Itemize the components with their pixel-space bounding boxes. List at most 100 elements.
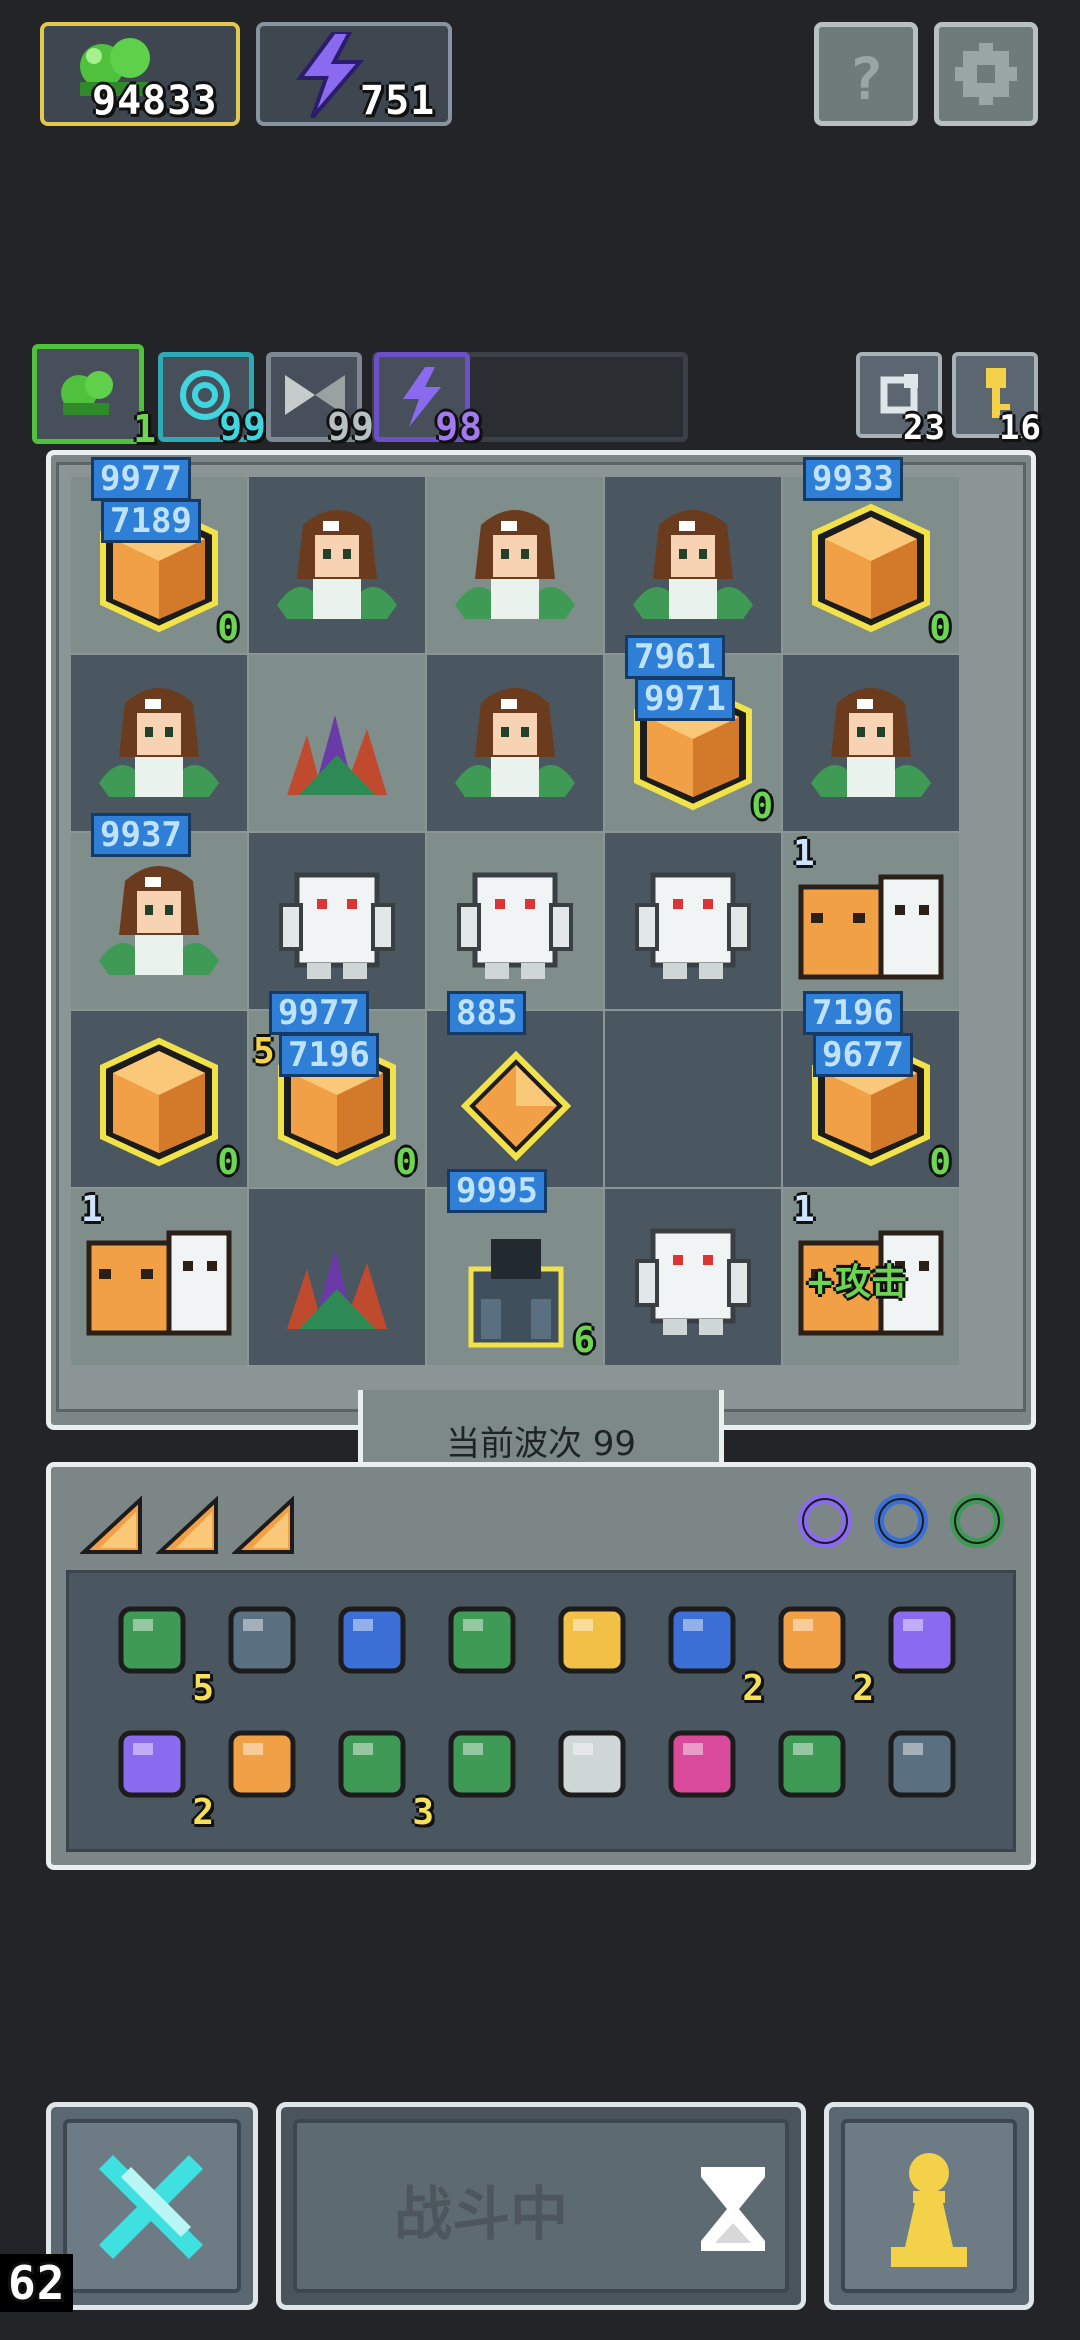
inventory-item[interactable]: 2 (659, 1597, 764, 1709)
refresh-count: 23 (903, 408, 946, 448)
side-count-badge: 5 (253, 1031, 275, 1072)
blue-ring-icon (874, 1494, 928, 1548)
thorn-plant-icon (287, 715, 387, 795)
inventory-item[interactable] (549, 1721, 645, 1817)
board-cell[interactable] (783, 655, 959, 831)
inventory-item[interactable]: 5 (109, 1597, 214, 1709)
pink-arrow-icon (668, 1730, 736, 1798)
damage-number: 9933 (803, 457, 903, 501)
recruit-button[interactable] (824, 2102, 1034, 2310)
board-cell[interactable] (605, 477, 781, 653)
slime-icon (61, 371, 113, 415)
ring-slot-3[interactable] (946, 1490, 1008, 1556)
inventory-item[interactable] (329, 1597, 425, 1693)
girl-unit-icon (633, 510, 753, 619)
inventory-tab-1[interactable] (78, 1495, 144, 1560)
item-count: 2 (192, 1792, 215, 1833)
settings-button[interactable] (934, 22, 1038, 126)
board-cell[interactable] (427, 655, 603, 831)
gems-counter: 94833 (40, 22, 240, 126)
inventory-item[interactable] (879, 1597, 975, 1693)
damage-number: 7189 (101, 499, 201, 543)
board-cell[interactable] (605, 833, 781, 1009)
inventory-tab-3[interactable] (230, 1495, 296, 1560)
damage-number: 9977 (91, 457, 191, 501)
board-cell[interactable] (249, 477, 425, 653)
board-cell[interactable] (427, 833, 603, 1009)
game-board: 0 9977 7189 0 9933 0 7961 9971 9937 1 0 … (56, 457, 1026, 1412)
board-cell[interactable]: 0 7961 9971 (605, 635, 781, 831)
girl-unit-icon (455, 510, 575, 619)
inventory-item[interactable] (219, 1721, 315, 1817)
inventory-item[interactable] (439, 1721, 535, 1817)
board-cell[interactable]: 9937 (71, 813, 247, 1009)
board-cell[interactable]: 0 7196 9677 (783, 991, 959, 1187)
damage-number: 9937 (91, 813, 191, 857)
lightning-icon (296, 32, 365, 118)
tab-slime[interactable]: 1 (32, 344, 156, 451)
settings-gear-icon (955, 43, 1017, 105)
golden-chest-icon (100, 1037, 218, 1167)
tab-energy[interactable]: 98 (374, 352, 482, 449)
board-cell[interactable]: 1 (71, 1189, 247, 1365)
tab-slime-value: 1 (133, 407, 157, 451)
unit-count-badge: 6 (573, 1320, 595, 1361)
ring-slot-1[interactable] (794, 1490, 856, 1556)
inventory-item[interactable]: 2 (109, 1721, 214, 1833)
unit-count-badge: 1 (793, 1189, 815, 1230)
damage-number: 885 (447, 991, 527, 1035)
board-cell[interactable]: 1 +攻击 (783, 1189, 959, 1365)
goblin-icon (118, 1606, 186, 1674)
tab-blades[interactable]: 99 (266, 352, 374, 449)
ring-slot-2[interactable] (870, 1490, 932, 1556)
board-cell[interactable]: 0 9933 (783, 457, 959, 653)
inventory-item[interactable] (549, 1597, 645, 1693)
attack-buff-label: +攻击 (805, 1262, 908, 1303)
key-button[interactable]: 16 (952, 352, 1041, 448)
inventory-item[interactable] (659, 1721, 755, 1817)
board-cell[interactable]: 1 (783, 833, 959, 1009)
potion-icon (118, 1730, 186, 1798)
tiger-wolf-pair-icon (798, 874, 944, 980)
board-cell[interactable]: 0 (71, 1011, 247, 1187)
unit-count-badge: 0 (217, 1142, 239, 1183)
girl-unit-icon (811, 688, 931, 797)
wave-label: 当前波次 99 (445, 1424, 637, 1464)
unit-count-badge: 0 (395, 1142, 417, 1183)
board-cell[interactable] (249, 833, 425, 1009)
orange-gem-icon (461, 1051, 571, 1161)
inventory-item[interactable] (439, 1597, 535, 1693)
board-cell[interactable]: 885 (427, 991, 603, 1187)
board-cell[interactable] (249, 1189, 425, 1365)
board-cell[interactable]: 0 9977 7196 5 (249, 991, 425, 1187)
unit-count-badge: 0 (929, 608, 951, 649)
board-cell[interactable]: 0 9977 7189 (71, 457, 247, 653)
damage-number: 9995 (447, 1169, 547, 1213)
damage-number: 9677 (813, 1033, 913, 1077)
inventory-item[interactable] (879, 1721, 975, 1817)
tab-spiral[interactable]: 99 (158, 352, 266, 449)
unit-count-badge: 0 (929, 1142, 951, 1183)
inventory-tab-2[interactable] (154, 1495, 220, 1560)
battle-status-button[interactable]: 战斗中 (276, 2102, 806, 2310)
crossed-swords-icon (99, 2155, 203, 2259)
fps-counter: 62 (0, 2254, 74, 2312)
white-yeti-icon (635, 872, 751, 979)
board-cell[interactable] (427, 477, 603, 653)
board-cell[interactable] (71, 655, 247, 831)
help-button[interactable]: ? (814, 22, 918, 126)
damage-number: 9971 (635, 677, 735, 721)
battle-status-label: 战斗中 (393, 2180, 568, 2248)
inventory-item[interactable] (219, 1597, 315, 1693)
inventory-item[interactable] (769, 1721, 865, 1817)
dagger-icon (558, 1606, 626, 1674)
board-cell[interactable]: 6 9995 (427, 1169, 603, 1365)
refresh-button[interactable]: 23 (856, 352, 945, 448)
board-cell[interactable] (605, 1189, 781, 1365)
inventory-item[interactable]: 2 (769, 1597, 874, 1709)
board-cell[interactable] (249, 655, 425, 831)
golden-chest-icon (812, 503, 930, 633)
inventory-item[interactable]: 3 (329, 1721, 434, 1833)
board-cell[interactable] (605, 1011, 781, 1187)
auto-battle-button[interactable] (46, 2102, 258, 2310)
